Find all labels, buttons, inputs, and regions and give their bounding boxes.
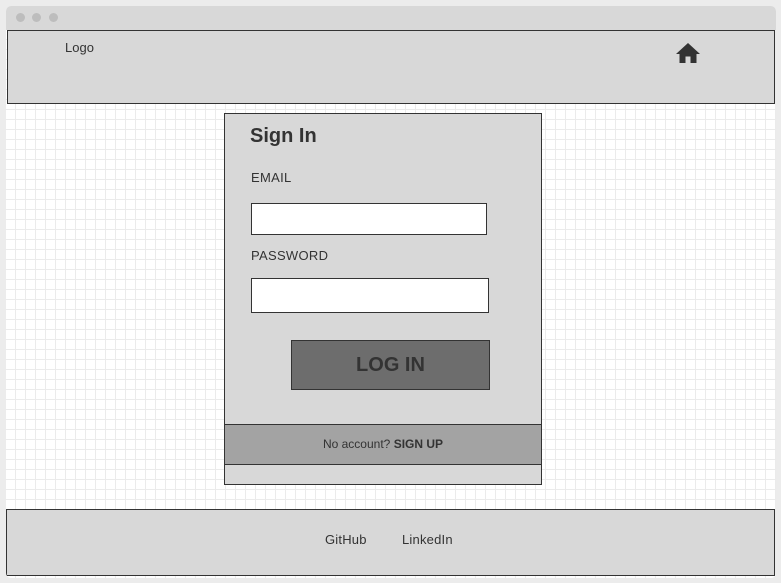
signin-card: Sign In EMAIL PASSWORD LOG IN No account… xyxy=(224,113,542,485)
logo[interactable]: Logo xyxy=(65,40,94,55)
login-button[interactable]: LOG IN xyxy=(291,340,490,390)
site-footer: GitHub LinkedIn xyxy=(6,509,775,576)
signin-title: Sign In xyxy=(250,125,317,147)
email-label: EMAIL xyxy=(251,170,292,185)
signup-bar: No account? SIGN UP xyxy=(224,424,542,465)
footer-link-github[interactable]: GitHub xyxy=(325,532,367,547)
password-field[interactable] xyxy=(251,278,489,313)
no-account-text: No account? xyxy=(322,437,391,451)
password-label: PASSWORD xyxy=(251,248,329,263)
window-titlebar xyxy=(6,6,776,30)
footer-link-linkedin[interactable]: LinkedIn xyxy=(402,532,453,547)
email-field[interactable] xyxy=(251,203,487,235)
home-icon[interactable] xyxy=(675,41,701,65)
window-close-dot[interactable] xyxy=(16,13,25,22)
site-header: Logo xyxy=(7,30,775,104)
browser-window: Logo Sign In EMAIL PASSWORD LOG IN No ac… xyxy=(6,6,776,578)
window-maximize-dot[interactable] xyxy=(49,13,58,22)
signup-link[interactable]: SIGN UP xyxy=(394,437,443,451)
window-minimize-dot[interactable] xyxy=(32,13,41,22)
